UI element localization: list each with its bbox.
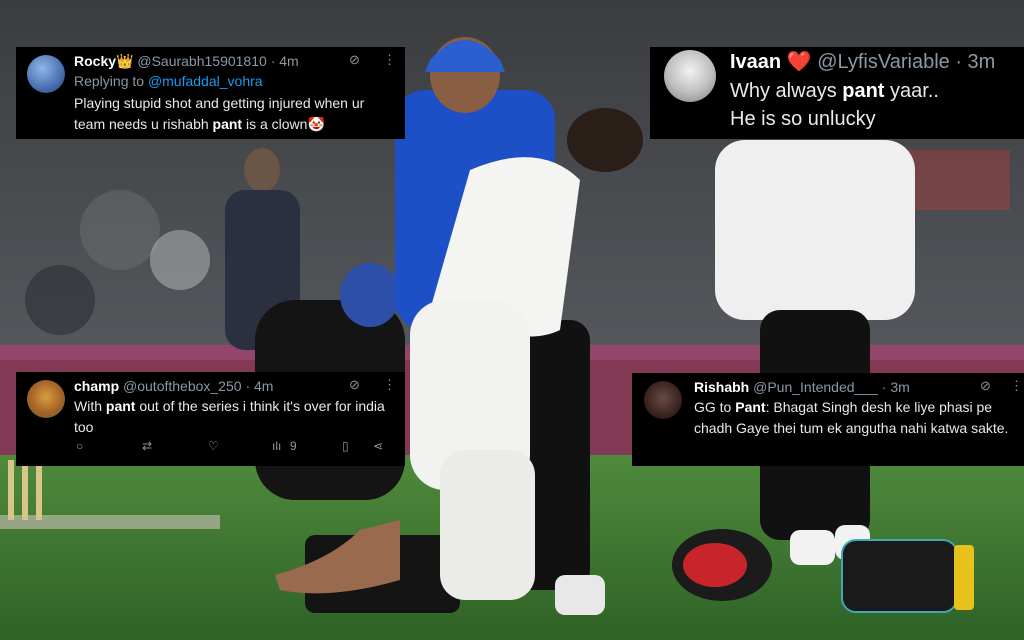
clown-emoji: 🤡 [307, 116, 325, 132]
tweet-rocky: Rocky👑 @Saurabh15901810 · 4m ⊘ ⋮ Replyin… [16, 47, 405, 139]
umpire-jacket [715, 140, 915, 320]
crown-emoji: 👑 [116, 53, 134, 69]
display-name[interactable]: Ivaan [730, 51, 781, 73]
text-line: Why always pant yaar.. [730, 77, 1020, 105]
drink-bottle [954, 545, 974, 610]
replying-to: Replying to @mufaddal_vohra [74, 71, 263, 92]
timestamp[interactable]: · 4m [271, 53, 299, 69]
tweet-header: Ivaan ❤️ @LyfisVariable · 3m [730, 49, 995, 74]
tweet-text: With pant out of the series i think it's… [74, 396, 394, 438]
tweet-rishabh: Rishabh @Pun_Intended___ · 3m ⊘ ⋮ GG to … [632, 373, 1024, 466]
tweet-header: Rishabh @Pun_Intended___ · 3m [694, 379, 910, 395]
more-options-icon[interactable]: ⋮ [1010, 378, 1023, 394]
grok-icon[interactable]: ⊘ [349, 377, 360, 393]
like-icon[interactable]: ♡ [208, 439, 219, 453]
views-icon[interactable]: ılı [272, 439, 281, 453]
avatar[interactable] [664, 50, 716, 102]
user-handle[interactable]: @Pun_Intended___ [753, 379, 878, 395]
batting-pads [440, 450, 535, 600]
text-line: He is so unlucky [730, 108, 876, 130]
tweet-text: Playing stupid shot and getting injured … [74, 93, 399, 135]
more-options-icon[interactable]: ⋮ [383, 377, 396, 393]
text-part: is a clown [242, 116, 308, 132]
mention-link[interactable]: @mufaddal_vohra [148, 73, 263, 89]
display-name[interactable]: champ [74, 378, 119, 394]
tweet-champ: champ @outofthebox_250 · 4m ⊘ ⋮ With pan… [16, 372, 405, 466]
display-name[interactable]: Rocky [74, 53, 116, 69]
timestamp[interactable]: · 4m [245, 378, 273, 394]
text-part: GG to [694, 399, 736, 415]
tweet-text: GG to Pant: Bhagat Singh desh ke liye ph… [694, 397, 1016, 439]
avatar[interactable] [27, 380, 65, 418]
keyword: pant [212, 116, 243, 132]
keyword: pant [105, 398, 136, 414]
tweet-ivaan: Ivaan ❤️ @LyfisVariable · 3m Why always … [650, 47, 1024, 139]
bookmark-icon[interactable]: ▯ [342, 439, 349, 453]
text-part: Why always [730, 80, 843, 102]
user-handle[interactable]: @LyfisVariable [817, 51, 950, 73]
tweet-text: Why always pant yaar.. He is so unlucky [730, 77, 1020, 133]
heart-emoji: ❤️ [786, 51, 812, 73]
more-options-icon[interactable]: ⋮ [383, 52, 396, 68]
reply-icon[interactable]: ○ [76, 439, 83, 453]
user-handle[interactable]: @outofthebox_250 [123, 378, 242, 394]
text-part: With [74, 398, 106, 414]
share-icon[interactable]: ⋖ [373, 439, 383, 453]
avatar[interactable] [27, 55, 65, 93]
grok-icon[interactable]: ⊘ [349, 52, 360, 68]
replying-prefix: Replying to [74, 73, 148, 89]
timestamp[interactable]: · 3m [955, 51, 995, 73]
views-count: 9 [290, 439, 297, 453]
retweet-icon[interactable]: ⇄ [142, 439, 152, 453]
tweet-header: champ @outofthebox_250 · 4m [74, 378, 273, 394]
text-part: yaar.. [884, 80, 939, 102]
user-handle[interactable]: @Saurabh15901810 [137, 53, 266, 69]
grok-icon[interactable]: ⊘ [980, 378, 991, 394]
timestamp[interactable]: · 3m [882, 379, 910, 395]
display-name[interactable]: Rishabh [694, 379, 749, 395]
tweet-header: Rocky👑 @Saurabh15901810 · 4m [74, 53, 299, 70]
keyword: Pant [735, 399, 766, 415]
keyword: pant [842, 80, 885, 102]
avatar[interactable] [644, 381, 682, 419]
